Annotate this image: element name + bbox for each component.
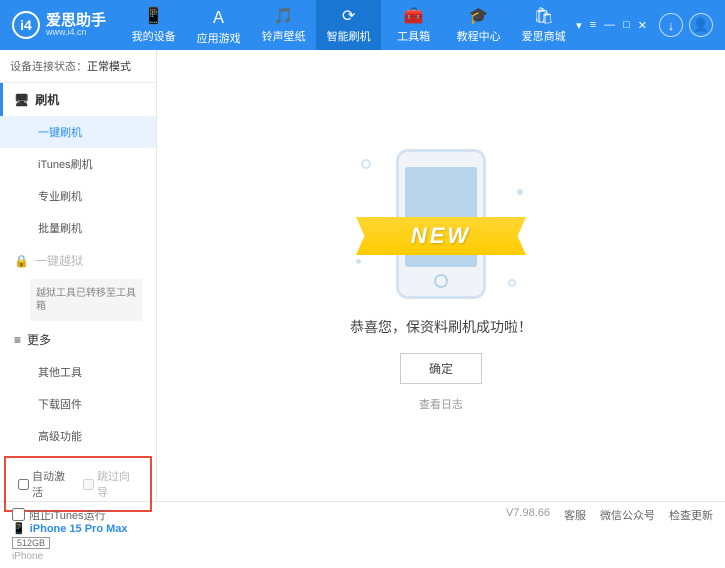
dropdown-icon[interactable]: ▾ bbox=[576, 19, 582, 32]
footer-link-wechat[interactable]: 微信公众号 bbox=[600, 507, 655, 523]
sidebar-section-flash[interactable]: 🖥 刷机 bbox=[0, 83, 156, 116]
app-url: www.i4.cn bbox=[46, 28, 106, 37]
phone-icon: 📱 bbox=[12, 522, 26, 535]
success-illustration: NEW bbox=[351, 139, 531, 299]
sidebar-item-advanced[interactable]: 高级功能 bbox=[0, 420, 156, 452]
connection-status: 设备连接状态：正常模式 bbox=[0, 50, 156, 83]
main-content: NEW 恭喜您，保资料刷机成功啦！ 确定 查看日志 bbox=[157, 50, 725, 501]
sidebar-item-itunes-flash[interactable]: iTunes刷机 bbox=[0, 148, 156, 180]
nav-tools[interactable]: 🧰工具箱 bbox=[381, 0, 446, 50]
music-icon: 🎵 bbox=[274, 6, 294, 26]
maximize-icon[interactable]: □ bbox=[623, 19, 630, 32]
logo-area: i4 爱思助手 www.i4.cn bbox=[12, 11, 121, 39]
lock-icon: 🔒 bbox=[14, 254, 29, 268]
app-icon: Ａ bbox=[211, 4, 227, 28]
jailbreak-note: 越狱工具已转移至工具箱 bbox=[30, 279, 142, 321]
toolbox-icon: 🧰 bbox=[404, 6, 424, 26]
main-nav: 📱我的设备 Ａ应用游戏 🎵铃声壁纸 ⟳智能刷机 🧰工具箱 🎓教程中心 🛍爱思商城 bbox=[121, 0, 576, 50]
nav-apps[interactable]: Ａ应用游戏 bbox=[186, 0, 251, 50]
nav-store[interactable]: 🛍爱思商城 bbox=[511, 0, 576, 50]
sidebar-section-more[interactable]: ≡ 更多 bbox=[0, 323, 156, 356]
sidebar-item-batch-flash[interactable]: 批量刷机 bbox=[0, 212, 156, 244]
view-log-link[interactable]: 查看日志 bbox=[419, 396, 463, 412]
storage-badge: 512GB bbox=[12, 537, 50, 549]
sidebar-item-download-firmware[interactable]: 下载固件 bbox=[0, 388, 156, 420]
window-controls: ▾ ≡ — □ ✕ bbox=[576, 19, 647, 32]
checkbox-auto-activate[interactable]: 自动激活 bbox=[18, 468, 73, 500]
ok-button[interactable]: 确定 bbox=[400, 353, 482, 384]
minimize-icon[interactable]: — bbox=[604, 19, 615, 32]
nav-flash[interactable]: ⟳智能刷机 bbox=[316, 0, 381, 50]
new-ribbon: NEW bbox=[356, 217, 526, 255]
sidebar-item-oneclick-flash[interactable]: 一键刷机 bbox=[0, 116, 156, 148]
nav-tutorials[interactable]: 🎓教程中心 bbox=[446, 0, 511, 50]
menu-icon[interactable]: ≡ bbox=[590, 19, 596, 32]
store-icon: 🛍 bbox=[534, 6, 554, 26]
nav-my-device[interactable]: 📱我的设备 bbox=[121, 0, 186, 50]
download-button[interactable]: ↓ bbox=[659, 13, 683, 37]
close-icon[interactable]: ✕ bbox=[638, 19, 647, 32]
sidebar-item-other-tools[interactable]: 其他工具 bbox=[0, 356, 156, 388]
monitor-icon: 🖥 bbox=[14, 93, 29, 107]
device-info: 📱iPhone 15 Pro Max 512GB iPhone bbox=[0, 516, 156, 568]
version-label: V7.98.66 bbox=[506, 507, 550, 523]
tutorial-icon: 🎓 bbox=[469, 6, 489, 26]
user-button[interactable]: 👤 bbox=[689, 13, 713, 37]
checkbox-skip-guide[interactable]: 跳过向导 bbox=[83, 468, 138, 500]
device-type: iPhone bbox=[12, 551, 144, 562]
footer-link-update[interactable]: 检查更新 bbox=[669, 507, 713, 523]
success-message: 恭喜您，保资料刷机成功啦！ bbox=[350, 317, 532, 337]
flash-icon: ⟳ bbox=[342, 6, 355, 26]
app-name: 爱思助手 bbox=[46, 13, 106, 28]
options-row: 自动激活 跳过向导 bbox=[4, 456, 152, 512]
sidebar-section-jailbreak: 🔒 一键越狱 bbox=[0, 244, 156, 277]
sidebar: 设备连接状态：正常模式 🖥 刷机 一键刷机 iTunes刷机 专业刷机 批量刷机… bbox=[0, 50, 157, 501]
nav-ringtones[interactable]: 🎵铃声壁纸 bbox=[251, 0, 316, 50]
app-header: i4 爱思助手 www.i4.cn 📱我的设备 Ａ应用游戏 🎵铃声壁纸 ⟳智能刷… bbox=[0, 0, 725, 50]
sidebar-item-pro-flash[interactable]: 专业刷机 bbox=[0, 180, 156, 212]
logo-icon: i4 bbox=[12, 11, 40, 39]
checkbox-block-itunes[interactable]: 阻止iTunes运行 bbox=[12, 507, 106, 523]
list-icon: ≡ bbox=[14, 333, 21, 347]
device-name[interactable]: 📱iPhone 15 Pro Max bbox=[12, 522, 144, 535]
device-icon: 📱 bbox=[144, 6, 164, 26]
footer-link-support[interactable]: 客服 bbox=[564, 507, 586, 523]
